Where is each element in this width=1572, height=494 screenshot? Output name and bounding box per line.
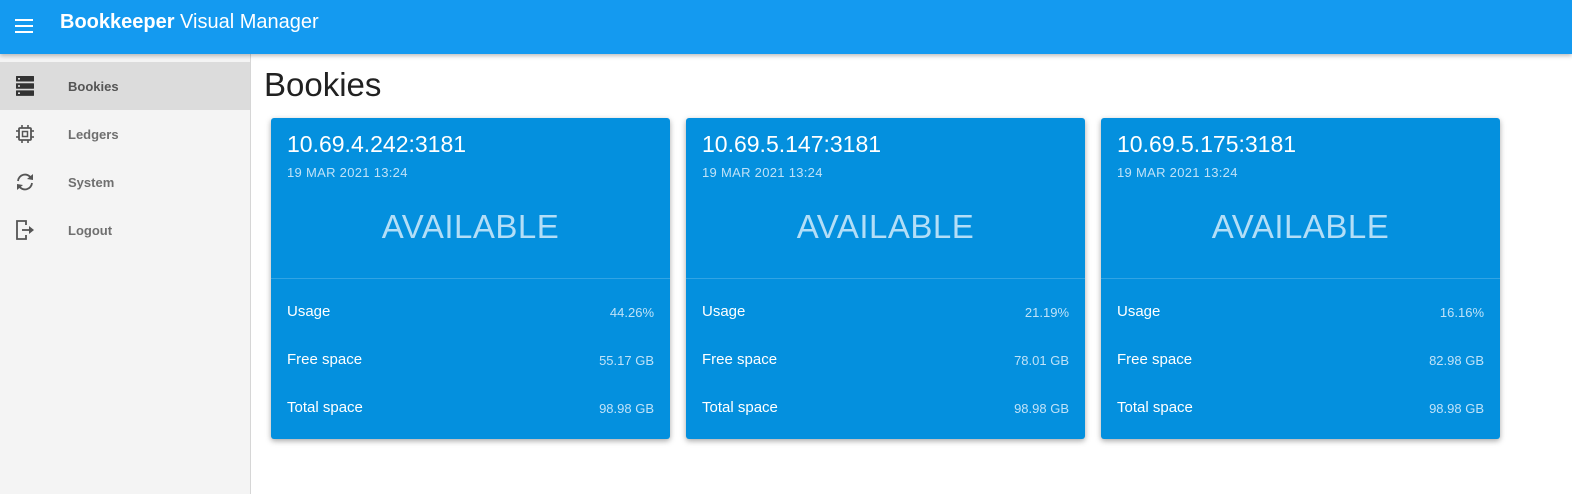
sync-icon: [14, 170, 36, 194]
card-divider: [271, 278, 670, 279]
sidebar: Bookies Ledgers System Logout: [0, 54, 251, 494]
sidebar-item-logout[interactable]: Logout: [0, 206, 250, 254]
sidebar-item-label: Ledgers: [68, 126, 119, 142]
bookie-date: 19 MAR 2021 13:24: [287, 165, 408, 180]
server-icon: [14, 74, 36, 98]
usage-row: Usage 16.16%: [1117, 301, 1484, 325]
bookie-status: AVAILABLE: [1211, 208, 1390, 245]
total-space-row: Total space 98.98 GB: [1117, 397, 1484, 421]
bookie-status: AVAILABLE: [381, 208, 560, 245]
bookie-date: 19 MAR 2021 13:24: [702, 165, 823, 180]
free-space-row: Free space 78.01 GB: [702, 349, 1069, 373]
total-space-value: 98.98 GB: [1014, 401, 1069, 416]
sidebar-item-label: Bookies: [68, 78, 119, 94]
usage-value: 21.19%: [1024, 305, 1069, 320]
usage-row: Usage 21.19%: [702, 301, 1069, 325]
app-bar: Bookkeeper Visual Manager: [0, 0, 1572, 54]
bookie-host: 10.69.5.147:3181: [702, 131, 882, 157]
free-space-row: Free space 55.17 GB: [287, 349, 654, 373]
total-space-row: Total space 98.98 GB: [702, 397, 1069, 421]
usage-row: Usage 44.26%: [287, 301, 654, 325]
usage-label: Usage: [287, 303, 331, 320]
sidebar-item-system[interactable]: System: [0, 158, 250, 206]
usage-value: 44.26%: [609, 305, 654, 320]
free-space-label: Free space: [1117, 351, 1193, 368]
free-space-value: 55.17 GB: [599, 353, 654, 368]
bookie-card[interactable]: 10.69.4.242:3181 19 MAR 2021 13:24 AVAIL…: [271, 118, 670, 439]
free-space-label: Free space: [287, 351, 363, 368]
bookie-host: 10.69.5.175:3181: [1117, 131, 1297, 157]
total-space-value: 98.98 GB: [599, 401, 654, 416]
usage-value: 16.16%: [1439, 305, 1484, 320]
logout-icon: [14, 218, 36, 242]
app-title-bold: Bookkeeper: [60, 11, 175, 33]
card-divider: [686, 278, 1085, 279]
page-title: Bookies: [264, 66, 382, 103]
free-space-label: Free space: [702, 351, 778, 368]
total-space-label: Total space: [287, 399, 363, 416]
bookie-card[interactable]: 10.69.5.147:3181 19 MAR 2021 13:24 AVAIL…: [686, 118, 1085, 439]
free-space-value: 82.98 GB: [1429, 353, 1484, 368]
total-space-value: 98.98 GB: [1429, 401, 1484, 416]
bookie-host: 10.69.4.242:3181: [287, 131, 467, 157]
bookie-card[interactable]: 10.69.5.175:3181 19 MAR 2021 13:24 AVAIL…: [1101, 118, 1500, 439]
usage-label: Usage: [702, 303, 746, 320]
app-title: Bookkeeper Visual Manager: [60, 11, 319, 34]
sidebar-item-ledgers[interactable]: Ledgers: [0, 110, 250, 158]
sidebar-item-label: System: [68, 174, 115, 190]
total-space-label: Total space: [1117, 399, 1193, 416]
free-space-value: 78.01 GB: [1014, 353, 1069, 368]
usage-label: Usage: [1117, 303, 1161, 320]
sidebar-item-bookies[interactable]: Bookies: [0, 62, 250, 110]
bookie-date: 19 MAR 2021 13:24: [1117, 165, 1238, 180]
total-space-label: Total space: [702, 399, 778, 416]
card-divider: [1101, 278, 1500, 279]
bookie-status: AVAILABLE: [796, 208, 975, 245]
chip-icon: [14, 122, 36, 146]
free-space-row: Free space 82.98 GB: [1117, 349, 1484, 373]
total-space-row: Total space 98.98 GB: [287, 397, 654, 421]
menu-icon[interactable]: [14, 17, 34, 35]
app-title-rest: Visual Manager: [174, 11, 319, 33]
sidebar-item-label: Logout: [68, 222, 113, 238]
